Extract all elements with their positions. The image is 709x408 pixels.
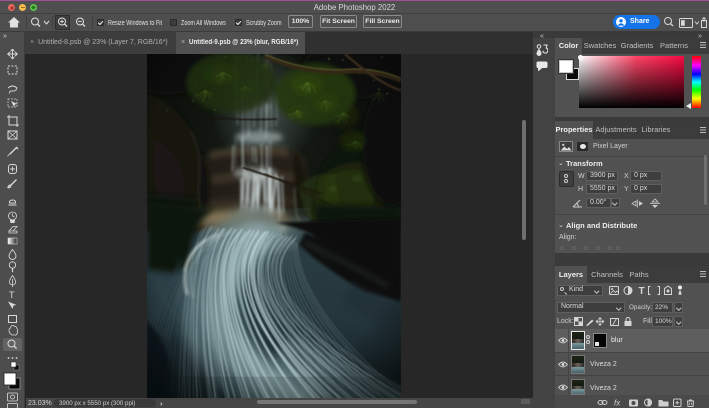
svg-text:T: T [639,286,645,296]
svg-text:fx: fx [614,399,621,408]
svg-text:T: T [9,290,15,300]
